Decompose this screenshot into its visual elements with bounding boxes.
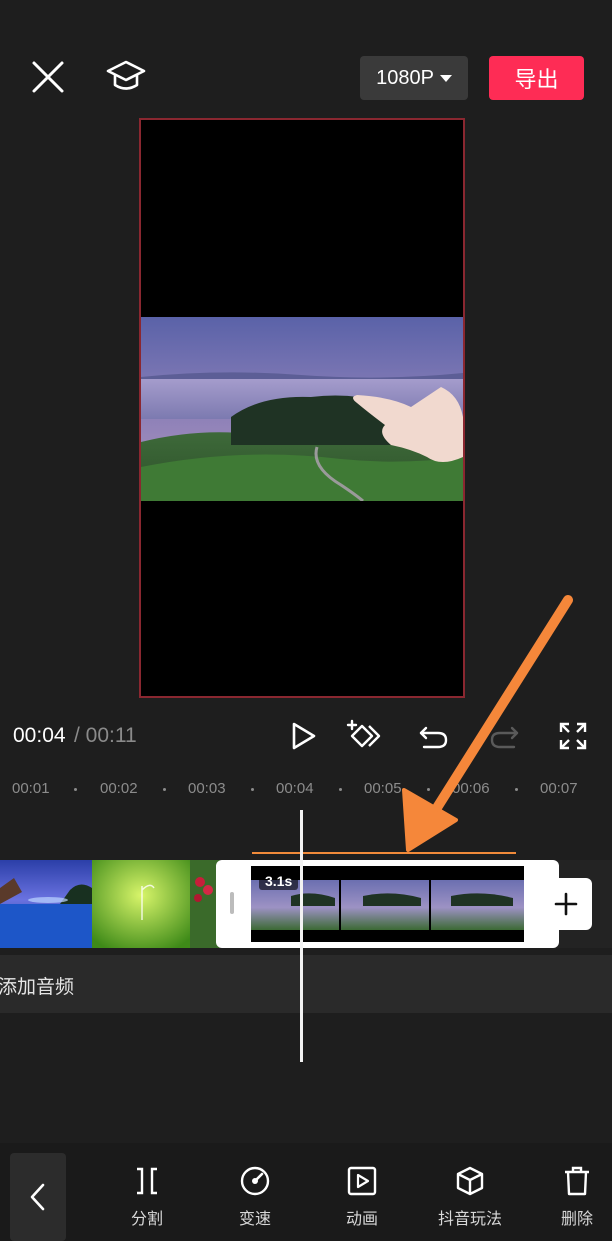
tick-label: 00:07 bbox=[540, 780, 578, 797]
graduation-cap-icon[interactable] bbox=[104, 55, 148, 99]
video-preview-canvas[interactable] bbox=[139, 118, 465, 698]
selected-clip[interactable]: 3.1s bbox=[216, 860, 559, 948]
time-ruler[interactable]: 00:01 00:02 00:03 00:04 00:05 00:06 00:0… bbox=[0, 771, 612, 807]
tick-dot bbox=[515, 788, 518, 791]
tick-label: 00:04 bbox=[276, 780, 314, 797]
split-button[interactable]: 分割 bbox=[102, 1165, 192, 1229]
play-icon[interactable] bbox=[283, 716, 323, 756]
tick-dot bbox=[339, 788, 342, 791]
current-time: 00:04 bbox=[13, 724, 66, 747]
keyframe-add-icon[interactable] bbox=[344, 716, 384, 756]
add-audio-label: 添加音频 bbox=[0, 977, 75, 998]
preview-frame-image bbox=[141, 317, 463, 501]
animation-button[interactable]: 动画 bbox=[317, 1165, 407, 1229]
export-button[interactable]: 导出 bbox=[489, 56, 584, 100]
animation-label: 动画 bbox=[345, 1211, 378, 1228]
fullscreen-icon[interactable] bbox=[553, 716, 593, 756]
tick-dot bbox=[251, 788, 254, 791]
chevron-down-icon bbox=[439, 74, 452, 82]
playhead[interactable] bbox=[300, 810, 303, 1062]
clip-thumbnail[interactable] bbox=[0, 860, 92, 948]
tick-label: 00:05 bbox=[364, 780, 402, 797]
clip-thumbnail[interactable] bbox=[92, 860, 190, 948]
bottom-toolbar: 分割 变速 动画 抖音玩法 删除 bbox=[0, 1143, 612, 1241]
tick-dot bbox=[74, 788, 77, 791]
tick-dot bbox=[163, 788, 166, 791]
undo-icon[interactable] bbox=[414, 716, 454, 756]
speed-button[interactable]: 变速 bbox=[210, 1165, 300, 1229]
chevron-left-icon bbox=[30, 1183, 45, 1211]
add-clip-button[interactable] bbox=[540, 878, 592, 930]
animation-icon bbox=[347, 1166, 377, 1196]
delete-label: 删除 bbox=[560, 1211, 593, 1228]
tick-label: 00:01 bbox=[12, 780, 50, 797]
delete-button[interactable]: 删除 bbox=[532, 1165, 612, 1229]
douyin-effects-label: 抖音玩法 bbox=[437, 1211, 502, 1228]
back-button[interactable] bbox=[10, 1153, 66, 1241]
split-label: 分割 bbox=[130, 1211, 163, 1228]
speedometer-icon bbox=[240, 1166, 270, 1196]
plus-icon bbox=[554, 892, 578, 916]
total-time: / 00:11 bbox=[74, 724, 137, 747]
resolution-select[interactable]: 1080P bbox=[360, 56, 468, 100]
tick-label: 00:03 bbox=[188, 780, 226, 797]
redo-icon bbox=[490, 726, 519, 749]
clip-duration-badge: 3.1s bbox=[259, 872, 299, 890]
cube-icon bbox=[456, 1166, 484, 1196]
audio-track[interactable]: 添加音频 bbox=[0, 955, 612, 1013]
effect-track-line bbox=[252, 852, 516, 854]
douyin-effects-button[interactable]: 抖音玩法 bbox=[425, 1165, 515, 1229]
tick-dot bbox=[427, 788, 430, 791]
trim-handle-left[interactable] bbox=[230, 892, 234, 914]
trash-icon bbox=[565, 1166, 589, 1196]
tick-label: 00:06 bbox=[452, 780, 490, 797]
close-icon[interactable] bbox=[28, 57, 68, 97]
tick-label: 00:02 bbox=[100, 780, 138, 797]
split-icon bbox=[137, 1167, 157, 1195]
resolution-label: 1080P bbox=[376, 66, 434, 89]
speed-label: 变速 bbox=[238, 1211, 271, 1228]
